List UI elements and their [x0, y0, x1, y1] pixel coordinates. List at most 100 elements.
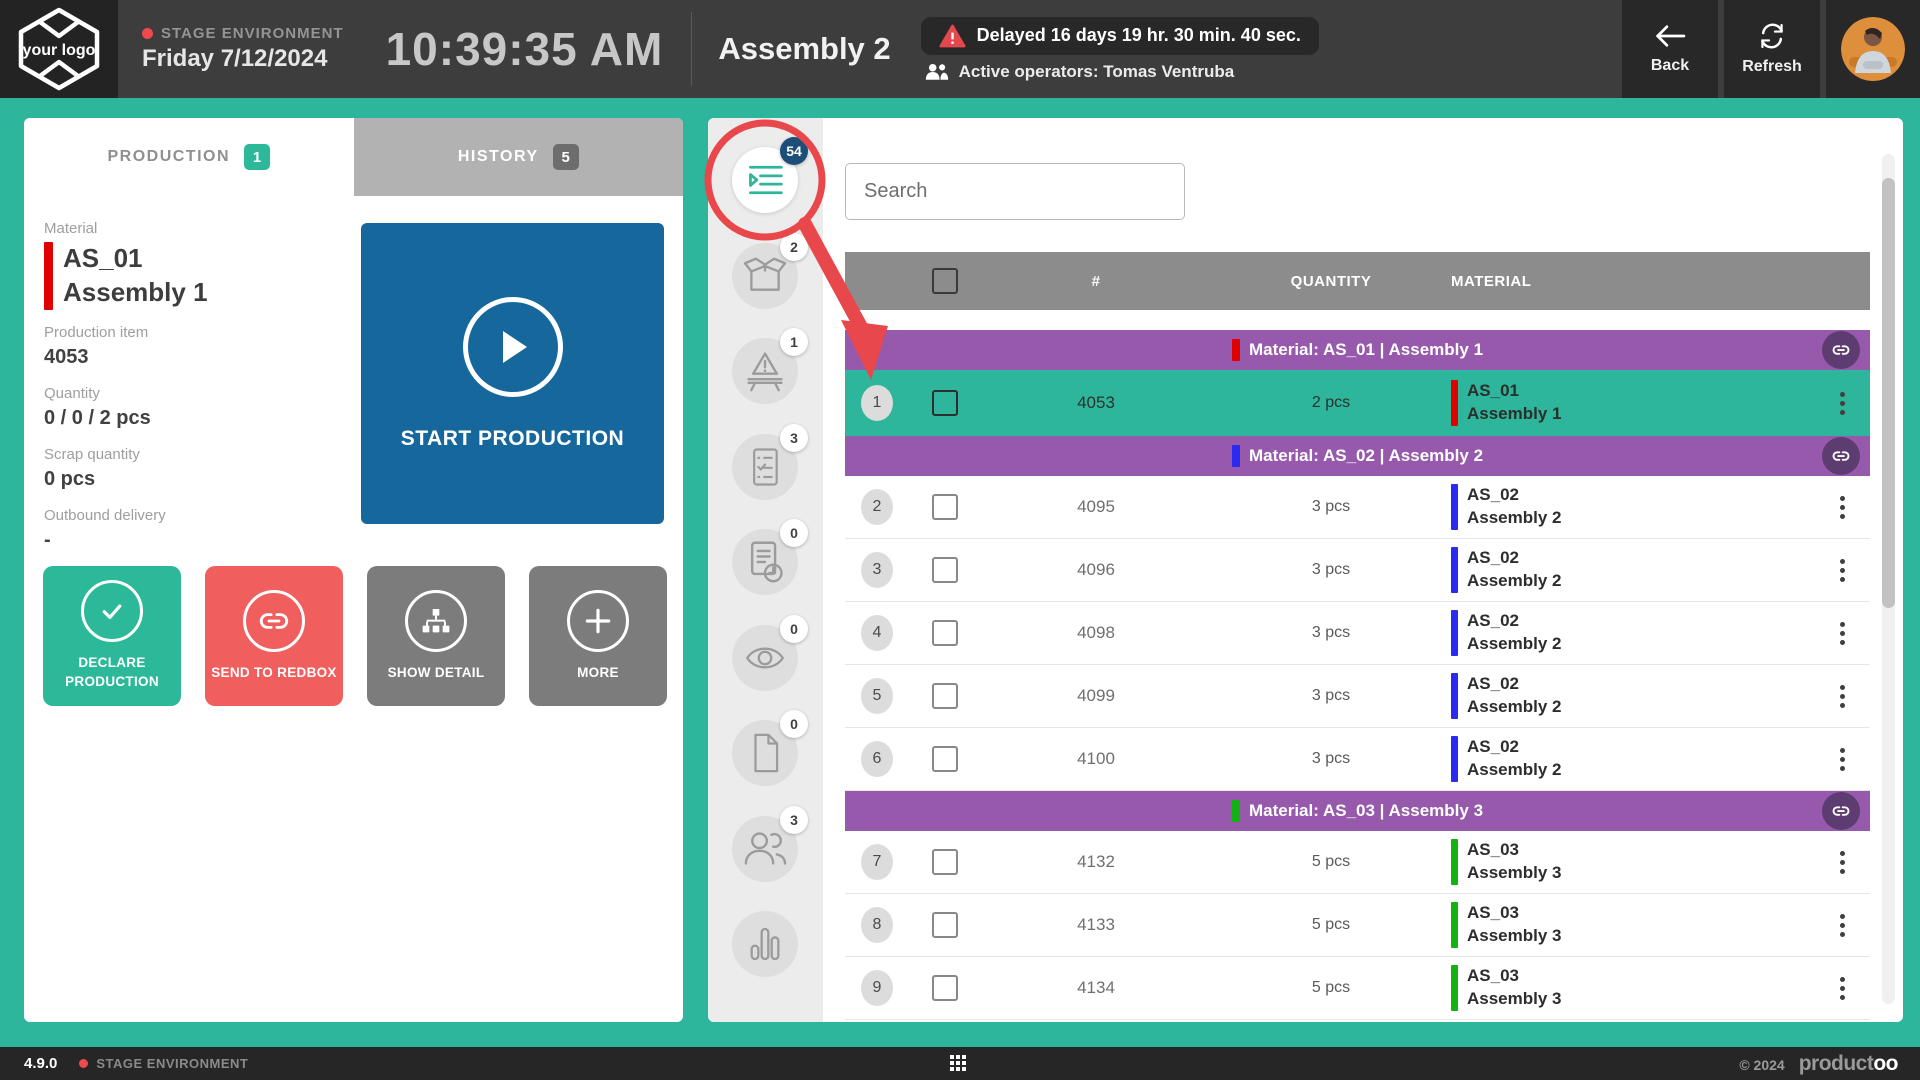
- row-menu-button[interactable]: [1814, 971, 1870, 1006]
- material-color-bar: [1451, 484, 1458, 530]
- table-row[interactable]: 841335 pcsAS_03Assembly 3: [845, 894, 1870, 957]
- rail-item-team[interactable]: 3: [732, 816, 798, 882]
- row-material-name: Assembly 3: [1467, 925, 1562, 948]
- row-checkbox[interactable]: [932, 975, 958, 1001]
- action-buttons: DECLARE PRODUCTIONSEND TO REDBOXSHOW DET…: [43, 566, 667, 706]
- row-quantity: 3 pcs: [1211, 498, 1451, 516]
- rail-item-box[interactable]: 2: [732, 243, 798, 309]
- current-time: 10:39:35 AM: [386, 22, 664, 76]
- rail-item-machine-alert[interactable]: 1: [732, 338, 798, 404]
- row-quantity: 3 pcs: [1211, 750, 1451, 768]
- row-number-badge: 9: [861, 970, 893, 1006]
- row-material-name: Assembly 2: [1467, 759, 1562, 782]
- row-checkbox[interactable]: [932, 620, 958, 646]
- row-item-number: 4100: [981, 749, 1211, 769]
- rail-item-chart[interactable]: [732, 911, 798, 977]
- declare-production-button[interactable]: DECLARE PRODUCTION: [43, 566, 181, 706]
- group-link-button[interactable]: [1822, 331, 1860, 369]
- top-header: your logo STAGE ENVIRONMENT Friday 7/12/…: [0, 0, 1920, 98]
- row-menu-button[interactable]: [1814, 386, 1870, 421]
- scrollbar-track[interactable]: [1882, 154, 1895, 1004]
- rail-badge: 0: [780, 519, 808, 547]
- row-checkbox[interactable]: [932, 746, 958, 772]
- table-row[interactable]: 641003 pcsAS_02Assembly 2: [845, 728, 1870, 791]
- table-row[interactable]: 140532 pcsAS_01Assembly 1: [845, 370, 1870, 436]
- more-button[interactable]: MORE: [529, 566, 667, 706]
- tab-production-badge: 1: [244, 144, 270, 170]
- table-row[interactable]: 540993 pcsAS_02Assembly 2: [845, 665, 1870, 728]
- row-number-badge: 5: [861, 678, 893, 714]
- tab-history[interactable]: HISTORY 5: [354, 118, 684, 196]
- row-number-badge: 8: [861, 907, 893, 943]
- row-checkbox[interactable]: [932, 683, 958, 709]
- row-material-code: AS_01: [1467, 380, 1562, 403]
- row-material: AS_03Assembly 3: [1451, 902, 1814, 948]
- row-material-name: Assembly 2: [1467, 633, 1562, 656]
- warning-icon: [939, 24, 966, 48]
- group-label: Material: AS_03 | Assembly 3: [1249, 801, 1483, 821]
- active-operators-text: Active operators: Tomas Ventruba: [959, 62, 1235, 82]
- tab-production[interactable]: PRODUCTION 1: [24, 118, 354, 196]
- row-material: AS_02Assembly 2: [1451, 673, 1814, 719]
- status-block: Delayed 16 days 19 hr. 30 min. 40 sec. A…: [921, 0, 1319, 98]
- row-checkbox[interactable]: [932, 849, 958, 875]
- page-title: Assembly 2: [718, 31, 890, 67]
- back-arrow-icon: [1653, 23, 1687, 49]
- document-action-icon: [743, 540, 787, 584]
- row-menu-button[interactable]: [1814, 616, 1870, 651]
- row-checkbox[interactable]: [932, 494, 958, 520]
- col-hash: #: [981, 273, 1211, 290]
- avatar[interactable]: [1841, 17, 1905, 81]
- rail-item-document-action[interactable]: 0: [732, 529, 798, 595]
- team-icon: [742, 829, 788, 869]
- row-number-badge: 7: [861, 844, 893, 880]
- back-button[interactable]: Back: [1622, 0, 1718, 98]
- rail-badge: 1: [780, 328, 808, 356]
- show-detail-button[interactable]: SHOW DETAIL: [367, 566, 505, 706]
- row-item-number: 4053: [981, 393, 1211, 413]
- group-link-button[interactable]: [1822, 792, 1860, 830]
- row-material: AS_02Assembly 2: [1451, 736, 1814, 782]
- user-avatar-block[interactable]: [1826, 0, 1920, 98]
- row-menu-button[interactable]: [1814, 908, 1870, 943]
- send-to-redbox-button[interactable]: SEND TO REDBOX: [205, 566, 343, 706]
- rail-item-checklist[interactable]: 3: [732, 434, 798, 500]
- group-color-bar: [1232, 339, 1240, 361]
- delay-badge: Delayed 16 days 19 hr. 30 min. 40 sec.: [921, 17, 1319, 55]
- start-production-button[interactable]: START PRODUCTION: [361, 223, 664, 524]
- app-launcher-icon[interactable]: [950, 1055, 966, 1071]
- row-menu-button[interactable]: [1814, 490, 1870, 525]
- row-material: AS_02Assembly 2: [1451, 484, 1814, 530]
- refresh-button[interactable]: Refresh: [1724, 0, 1820, 98]
- row-material: AS_02Assembly 2: [1451, 547, 1814, 593]
- group-link-button[interactable]: [1822, 437, 1860, 475]
- row-material-code: AS_03: [1467, 839, 1562, 862]
- table-row[interactable]: 340963 pcsAS_02Assembly 2: [845, 539, 1870, 602]
- table-header: # QUANTITY MATERIAL: [845, 252, 1870, 310]
- search-input[interactable]: [845, 163, 1185, 220]
- company-logo: your logo: [0, 0, 118, 98]
- row-menu-button[interactable]: [1814, 742, 1870, 777]
- rail-item-queue[interactable]: 54: [732, 147, 798, 213]
- material-code: AS_01: [63, 242, 208, 276]
- rail-item-eye[interactable]: 0: [732, 625, 798, 691]
- row-number-badge: 2: [861, 489, 893, 525]
- group-color-bar: [1232, 800, 1240, 822]
- table-row[interactable]: 741325 pcsAS_03Assembly 3: [845, 831, 1870, 894]
- row-menu-button[interactable]: [1814, 845, 1870, 880]
- scrollbar-thumb[interactable]: [1882, 178, 1895, 608]
- row-checkbox[interactable]: [932, 912, 958, 938]
- table-row[interactable]: 941345 pcsAS_03Assembly 3: [845, 957, 1870, 1020]
- select-all-checkbox[interactable]: [932, 268, 958, 294]
- rail-badge: 0: [780, 615, 808, 643]
- table-row[interactable]: 240953 pcsAS_02Assembly 2: [845, 476, 1870, 539]
- rail-item-file[interactable]: 0: [732, 720, 798, 786]
- row-material-code: AS_02: [1467, 736, 1562, 759]
- row-checkbox[interactable]: [932, 557, 958, 583]
- row-checkbox[interactable]: [932, 390, 958, 416]
- table-row[interactable]: 440983 pcsAS_02Assembly 2: [845, 602, 1870, 665]
- row-menu-button[interactable]: [1814, 553, 1870, 588]
- row-quantity: 2 pcs: [1211, 394, 1451, 412]
- row-menu-button[interactable]: [1814, 679, 1870, 714]
- plus-icon: [567, 590, 629, 652]
